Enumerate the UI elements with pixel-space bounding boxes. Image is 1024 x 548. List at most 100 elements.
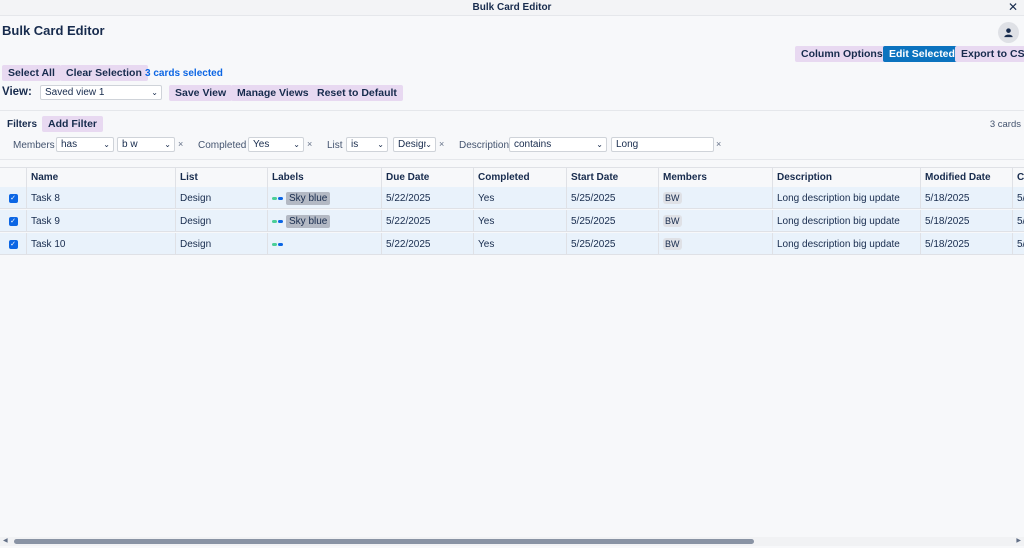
view-select[interactable]: Saved view 1 ⌄ xyxy=(40,85,162,100)
cell-list[interactable]: Design xyxy=(175,187,267,209)
cell-labels[interactable]: Sky blue xyxy=(267,187,381,209)
column-header-completed[interactable]: Completed xyxy=(473,168,566,187)
cell-created[interactable]: 5/ xyxy=(1012,210,1024,232)
cell-created[interactable]: 5/ xyxy=(1012,233,1024,255)
selected-count: 3 cards selected xyxy=(145,68,223,79)
cell-start-date[interactable]: 5/25/2025 xyxy=(566,210,658,232)
column-header-members[interactable]: Members xyxy=(658,168,772,187)
cell-completed[interactable]: Yes xyxy=(473,233,566,255)
column-header-created[interactable]: Cr xyxy=(1012,168,1024,187)
cell-description[interactable]: Long description big update xyxy=(772,233,920,255)
table-row[interactable]: ✓ Task 8 Design Sky blue 5/22/2025 Yes 5… xyxy=(0,187,1024,209)
reset-default-button[interactable]: Reset to Default xyxy=(311,85,403,101)
filter-field-label: List xyxy=(327,140,343,151)
cell-members[interactable]: BW xyxy=(658,233,772,255)
row-checkbox[interactable]: ✓ xyxy=(0,210,26,232)
cell-due-date[interactable]: 5/22/2025 xyxy=(381,233,473,255)
clear-selection-button[interactable]: Clear Selection xyxy=(60,65,148,81)
window-title: Bulk Card Editor xyxy=(472,2,552,13)
scrollbar-thumb[interactable] xyxy=(14,539,754,544)
chevron-down-icon: ⌄ xyxy=(377,140,384,149)
label-green-dot xyxy=(272,219,277,223)
cell-created[interactable]: 5/ xyxy=(1012,187,1024,209)
filtered-card-count: 3 cards xyxy=(989,119,1021,130)
label-blue-dot xyxy=(278,196,283,200)
remove-filter-icon[interactable]: × xyxy=(439,139,444,149)
chevron-down-icon: ⌄ xyxy=(151,88,158,97)
edit-selected-button[interactable]: Edit Selected xyxy=(883,46,961,62)
table-row[interactable]: ✓ Task 9 Design Sky blue 5/22/2025 Yes 5… xyxy=(0,210,1024,232)
column-header-list[interactable]: List xyxy=(175,168,267,187)
export-csv-button[interactable]: Export to CSV xyxy=(955,46,1024,62)
column-options-button[interactable]: Column Options xyxy=(795,46,889,62)
filter-operator-value: contains xyxy=(514,139,552,150)
filter-operator-value: is xyxy=(351,139,359,150)
cell-members[interactable]: BW xyxy=(658,187,772,209)
filter-value-select[interactable]: Yes ⌄ xyxy=(248,137,304,152)
cell-start-date[interactable]: 5/25/2025 xyxy=(566,233,658,255)
column-header-description[interactable]: Description xyxy=(772,168,920,187)
cell-modified-date[interactable]: 5/18/2025 xyxy=(920,233,1012,255)
filter-operator-select[interactable]: is ⌄ xyxy=(346,137,388,152)
page-title: Bulk Card Editor xyxy=(2,23,105,38)
view-label: View: xyxy=(2,86,32,98)
column-header-name[interactable]: Name xyxy=(26,168,175,187)
cell-members[interactable]: BW xyxy=(658,210,772,232)
cell-description[interactable]: Long description big update xyxy=(772,210,920,232)
checkmark-icon: ✓ xyxy=(8,193,18,203)
member-badge: BW xyxy=(663,238,682,250)
cell-start-date[interactable]: 5/25/2025 xyxy=(566,187,658,209)
filter-operator-select[interactable]: has ⌄ xyxy=(56,137,114,152)
remove-filter-icon[interactable]: × xyxy=(307,139,312,149)
close-icon[interactable]: ✕ xyxy=(1008,0,1018,14)
filter-operator-value: has xyxy=(61,139,78,150)
column-header-due-date[interactable]: Due Date xyxy=(381,168,473,187)
view-select-value: Saved view 1 xyxy=(45,87,105,98)
cell-list[interactable]: Design xyxy=(175,210,267,232)
cell-labels[interactable] xyxy=(267,233,381,255)
remove-filter-icon[interactable]: × xyxy=(716,139,721,149)
column-header-start-date[interactable]: Start Date xyxy=(566,168,658,187)
save-view-button[interactable]: Save View xyxy=(169,85,233,101)
filter-value: Design xyxy=(398,139,426,150)
cell-due-date[interactable]: 5/22/2025 xyxy=(381,187,473,209)
chevron-down-icon: ⌄ xyxy=(293,140,300,149)
add-filter-button[interactable]: Add Filter xyxy=(42,116,103,132)
filter-operator-select[interactable]: contains ⌄ xyxy=(509,137,607,152)
filters-title: Filters xyxy=(7,119,38,130)
column-header-labels[interactable]: Labels xyxy=(267,168,381,187)
select-all-button[interactable]: Select All xyxy=(2,65,61,81)
filter-value: Yes xyxy=(253,139,270,150)
avatar[interactable] xyxy=(998,22,1019,43)
table-row[interactable]: ✓ Task 10 Design 5/22/2025 Yes 5/25/2025… xyxy=(0,233,1024,255)
row-checkbox[interactable]: ✓ xyxy=(0,187,26,209)
cell-completed[interactable]: Yes xyxy=(473,210,566,232)
row-checkbox[interactable]: ✓ xyxy=(0,233,26,255)
filter-field-label: Completed xyxy=(198,140,247,151)
cell-due-date[interactable]: 5/22/2025 xyxy=(381,210,473,232)
cell-name[interactable]: Task 8 xyxy=(26,187,175,209)
cell-completed[interactable]: Yes xyxy=(473,187,566,209)
filter-value-select[interactable]: b w ⌄ xyxy=(117,137,175,152)
manage-views-button[interactable]: Manage Views xyxy=(231,85,315,101)
member-badge: BW xyxy=(663,192,682,204)
horizontal-scrollbar[interactable]: ◀ ▶ xyxy=(0,537,1024,546)
cell-list[interactable]: Design xyxy=(175,233,267,255)
scroll-right-icon[interactable]: ▶ xyxy=(1016,537,1021,544)
select-column-header xyxy=(0,168,26,187)
checkmark-icon: ✓ xyxy=(8,216,18,226)
cell-name[interactable]: Task 9 xyxy=(26,210,175,232)
column-header-modified-date[interactable]: Modified Date xyxy=(920,168,1012,187)
window-titlebar: Bulk Card Editor ✕ xyxy=(0,0,1024,16)
remove-filter-icon[interactable]: × xyxy=(178,139,183,149)
cell-description[interactable]: Long description big update xyxy=(772,187,920,209)
scroll-left-icon[interactable]: ◀ xyxy=(3,537,8,544)
cell-name[interactable]: Task 10 xyxy=(26,233,175,255)
description-filter-input[interactable]: Long xyxy=(611,137,714,152)
chevron-down-icon: ⌄ xyxy=(425,140,432,149)
cell-labels[interactable]: Sky blue xyxy=(267,210,381,232)
cell-modified-date[interactable]: 5/18/2025 xyxy=(920,210,1012,232)
cell-modified-date[interactable]: 5/18/2025 xyxy=(920,187,1012,209)
filter-value-select[interactable]: Design ⌄ xyxy=(393,137,436,152)
filter-field-label: Description xyxy=(459,140,510,151)
